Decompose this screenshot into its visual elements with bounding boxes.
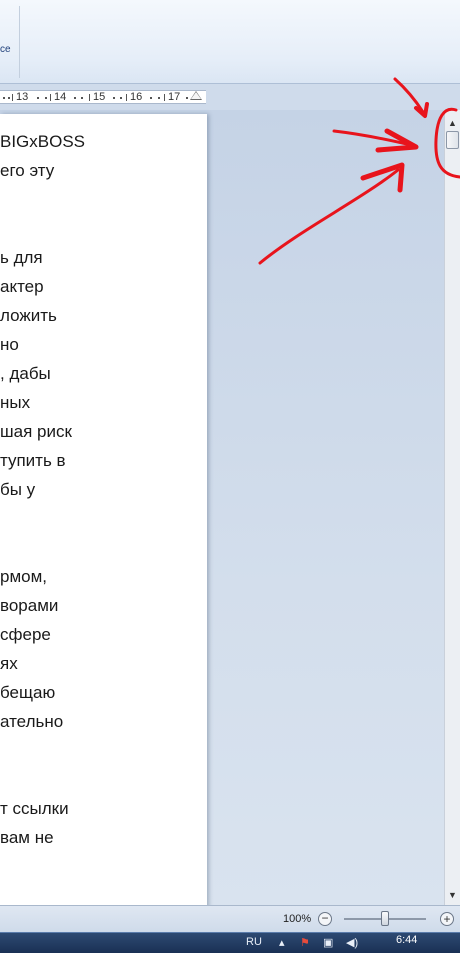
document-text-line[interactable]: BIGxBOSS (0, 132, 85, 152)
document-text-line[interactable]: бещаю (0, 683, 55, 703)
document-text-line[interactable]: его эту (0, 161, 54, 181)
ruler-tick (89, 94, 90, 101)
document-text-line[interactable]: , дабы (0, 364, 51, 384)
ribbon-partial-label[interactable]: ce (0, 44, 11, 55)
ruler-tick (12, 94, 13, 101)
document-text-line[interactable]: тупить в (0, 451, 66, 471)
scroll-up-arrow-icon[interactable]: ▲ (445, 116, 460, 130)
document-text-line[interactable]: ложить (0, 306, 57, 326)
ruler-tick (158, 97, 160, 99)
document-text-line[interactable]: ь для (0, 248, 43, 268)
document-text-line[interactable]: т ссылки (0, 799, 69, 819)
document-text-line[interactable]: шая риск (0, 422, 72, 442)
ruler-strip: 13 14 15 16 17 (0, 90, 206, 104)
zoom-in-button[interactable]: + (440, 912, 454, 926)
ruler-tick (50, 94, 51, 101)
ruler-tick (186, 97, 188, 99)
document-text-line[interactable]: но (0, 335, 19, 355)
ruler-tick (74, 97, 76, 99)
document-text-line[interactable]: ворами (0, 596, 58, 616)
ruler-tick (81, 97, 83, 99)
show-hidden-icon[interactable]: ▴ (279, 938, 285, 949)
taskbar: RU ▴ ⚑ ▣ ◀) 6:44 (0, 932, 460, 953)
scrollbar-thumb[interactable] (446, 131, 459, 149)
document-text-line[interactable]: сфере (0, 625, 51, 645)
ribbon-group-separator (19, 6, 20, 78)
ruler-tick (113, 97, 115, 99)
flag-icon[interactable]: ⚑ (300, 938, 310, 949)
ruler-tick (164, 94, 165, 101)
right-indent-marker-fill (191, 92, 201, 99)
network-icon[interactable]: ▣ (323, 938, 333, 949)
ruler-label-14: 14 (54, 91, 67, 103)
document-text-line[interactable]: ных (0, 393, 30, 413)
zoom-slider-thumb[interactable] (381, 911, 389, 926)
zoom-level[interactable]: 100% (283, 913, 311, 925)
document-text-line[interactable]: бы у (0, 480, 35, 500)
clock-time[interactable]: 6:44 (396, 934, 417, 946)
ruler-tick (3, 97, 5, 99)
scroll-down-arrow-icon[interactable]: ▼ (445, 888, 460, 902)
document-text-line[interactable]: ях (0, 654, 18, 674)
status-bar: 100% − + (0, 905, 460, 932)
ruler-tick (126, 94, 127, 101)
ruler-label-13: 13 (16, 91, 29, 103)
document-workspace: BIGxBOSS его эту ь для актер ложить но , дабы н… (0, 110, 444, 909)
ribbon: ce (0, 0, 460, 84)
ruler-label-16: 16 (130, 91, 143, 103)
vertical-scrollbar[interactable]: ▲ ▼ (444, 110, 460, 905)
ruler-tick (45, 97, 47, 99)
document-text-line[interactable]: актер (0, 277, 44, 297)
ruler-label-17: 17 (168, 91, 181, 103)
language-indicator[interactable]: RU (246, 936, 262, 948)
ruler-label-15: 15 (93, 91, 106, 103)
document-text-line[interactable]: вам не (0, 828, 54, 848)
word-window: ce 13 14 15 16 17 BIGxBOSS его эту ь для… (0, 0, 460, 953)
document-page[interactable]: BIGxBOSS его эту ь для актер ложить но , дабы н… (0, 114, 207, 909)
horizontal-ruler[interactable]: 13 14 15 16 17 (0, 84, 460, 110)
document-text-line[interactable]: ательно (0, 712, 63, 732)
document-text-line[interactable]: рмом, (0, 567, 47, 587)
ruler-tick (8, 97, 10, 99)
volume-icon[interactable]: ◀) (346, 938, 358, 949)
ruler-tick (120, 97, 122, 99)
zoom-out-button[interactable]: − (318, 912, 332, 926)
ruler-tick (150, 97, 152, 99)
ruler-tick (37, 97, 39, 99)
